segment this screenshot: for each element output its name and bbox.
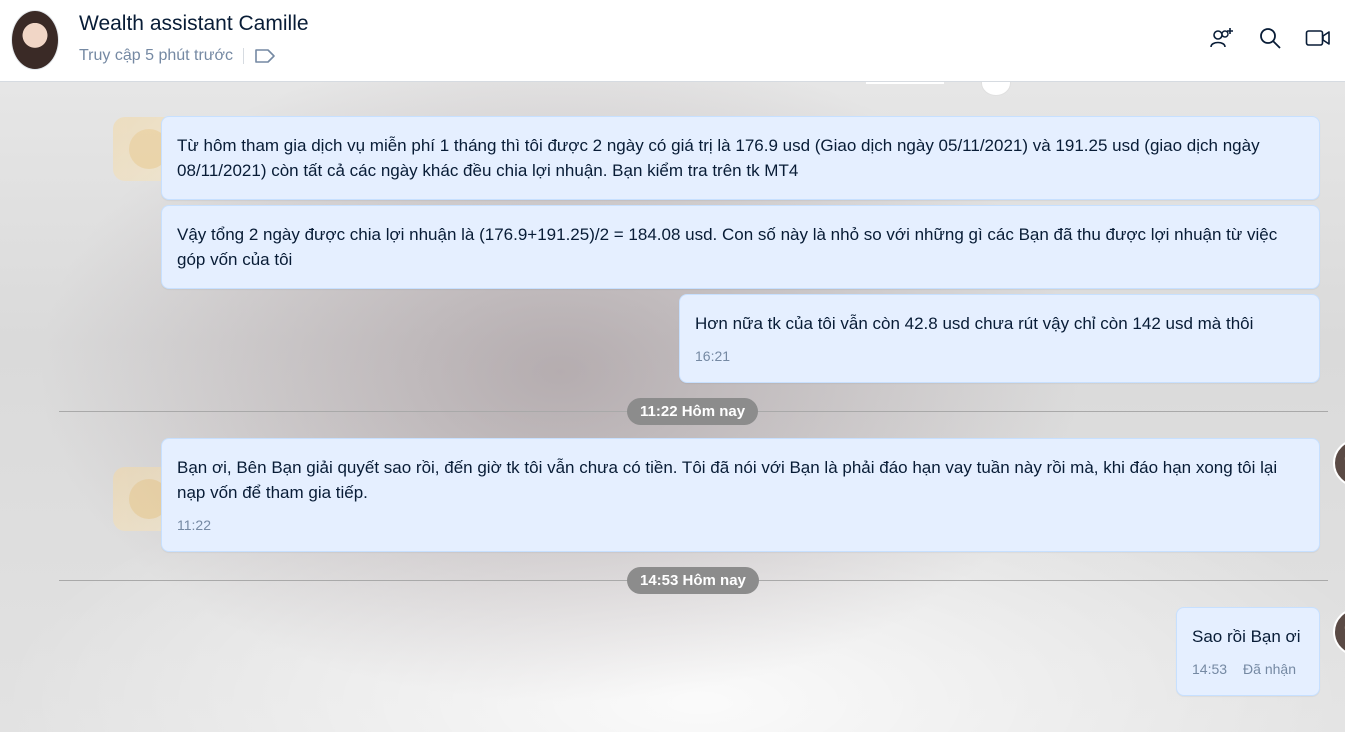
message-bubble[interactable]: Từ hôm tham gia dịch vụ miễn phí 1 tháng… xyxy=(161,116,1320,200)
sender-avatar[interactable] xyxy=(1333,439,1345,487)
message-meta: 14:53 Đã nhận xyxy=(1192,661,1304,677)
header-actions xyxy=(1209,22,1331,54)
search-icon[interactable] xyxy=(1257,22,1283,54)
video-call-icon[interactable] xyxy=(1305,22,1331,54)
message-bubble[interactable]: Sao rồi Bạn ơi 14:53 Đã nhận xyxy=(1176,607,1320,696)
reaction-button[interactable] xyxy=(981,82,1011,96)
delivery-status: Đã nhận xyxy=(1243,661,1296,677)
message-text: Hơn nữa tk của tôi vẫn còn 42.8 usd chưa… xyxy=(695,314,1254,333)
message-bubble[interactable]: Hơn nữa tk của tôi vẫn còn 42.8 usd chưa… xyxy=(679,294,1320,383)
date-divider-label: 14:53 Hôm nay xyxy=(627,567,759,594)
last-seen-status: Truy cập 5 phút trước xyxy=(79,47,233,64)
message-bubble[interactable]: Vậy tổng 2 ngày được chia lợi nhuận là (… xyxy=(161,205,1320,289)
previous-content-edge xyxy=(866,82,944,84)
add-member-icon[interactable] xyxy=(1209,22,1235,54)
message-text: Từ hôm tham gia dịch vụ miễn phí 1 tháng… xyxy=(177,136,1260,180)
message-list[interactable]: WikiFX WikiFX WikiFX WikiFX Từ hôm tham … xyxy=(0,82,1345,732)
message-time: 16:21 xyxy=(695,348,731,364)
message-text: Sao rồi Bạn ơi xyxy=(1192,627,1301,646)
message-time: 14:53 xyxy=(1192,661,1228,677)
message-bubble[interactable]: Bạn ơi, Bên Bạn giải quyết sao rồi, đến … xyxy=(161,438,1320,552)
message-time: 11:22 xyxy=(177,517,211,533)
message-text: Bạn ơi, Bên Bạn giải quyết sao rồi, đến … xyxy=(177,458,1278,502)
sender-avatar[interactable] xyxy=(1333,608,1345,656)
chat-header: Wealth assistant Camille Truy cập 5 phút… xyxy=(0,0,1345,82)
contact-avatar[interactable] xyxy=(11,10,59,70)
contact-status-line: Truy cập 5 phút trước xyxy=(79,47,276,65)
message-text: Vậy tổng 2 ngày được chia lợi nhuận là (… xyxy=(177,225,1278,269)
date-divider-label: 11:22 Hôm nay xyxy=(627,398,759,425)
contact-name[interactable]: Wealth assistant Camille xyxy=(79,12,309,36)
label-tag-icon[interactable] xyxy=(254,48,276,64)
separator xyxy=(243,48,244,64)
